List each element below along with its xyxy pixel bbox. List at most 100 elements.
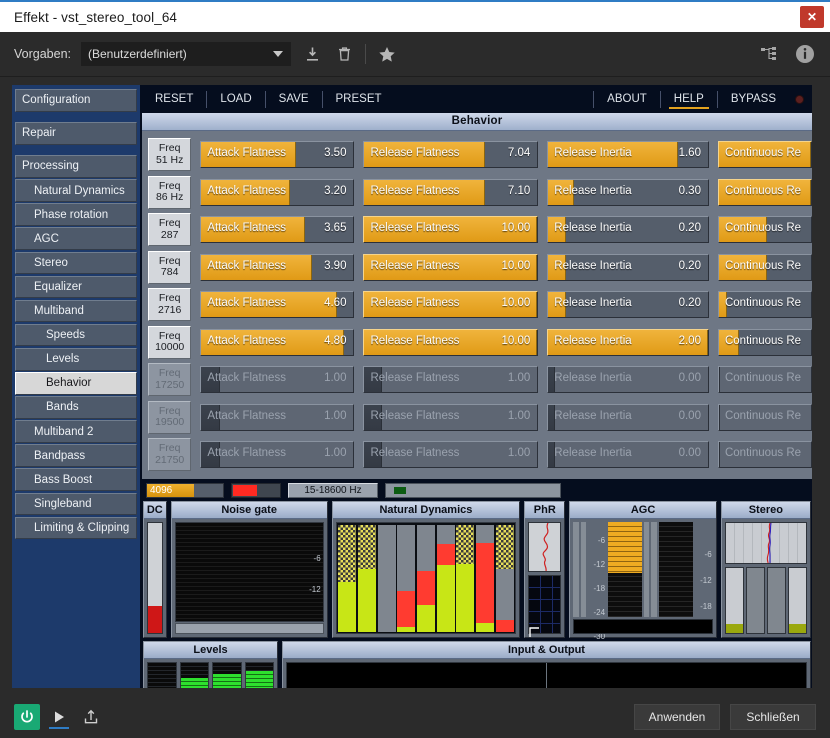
sidebar-item-stereo[interactable]: Stereo — [15, 251, 137, 275]
routing-icon[interactable] — [758, 43, 780, 65]
freq-button[interactable]: Freq 17250 — [148, 363, 192, 397]
fft-size-slider[interactable]: 4096 — [146, 482, 224, 498]
frequency-range-field[interactable]: 15-18600 Hz — [288, 482, 378, 498]
slider-continuous-re[interactable]: Continuous Re — [717, 328, 812, 356]
play-icon[interactable] — [46, 704, 72, 730]
slider-release-flatness[interactable]: Release Flatness 7.10 — [363, 178, 539, 206]
power-icon[interactable] — [14, 704, 40, 730]
save-preset-icon[interactable] — [301, 43, 323, 65]
slider-value: 0.00 — [678, 409, 701, 422]
slider-attack-flatness[interactable]: Attack Flatness 3.20 — [200, 178, 355, 206]
slider-release-inertia[interactable]: Release Inertia 1.60 — [547, 141, 709, 169]
slider-continuous-re[interactable]: Continuous Re — [717, 403, 812, 431]
agc-output-meter — [658, 522, 693, 617]
freq-button[interactable]: Freq 784 — [148, 250, 192, 284]
slider-label: Release Inertia — [554, 184, 632, 197]
slider-release-inertia[interactable]: Release Inertia 0.20 — [547, 291, 709, 319]
delete-preset-icon[interactable] — [333, 43, 355, 65]
tab-preset[interactable]: PRESET — [323, 85, 395, 113]
sidebar-item-natural-dynamics[interactable]: Natural Dynamics — [15, 179, 137, 202]
slider-release-inertia[interactable]: Release Inertia 0.30 — [547, 178, 709, 206]
clip-indicator[interactable] — [231, 482, 281, 498]
status-progress-bar[interactable] — [385, 482, 561, 498]
sidebar-item-multiband[interactable]: Multiband — [15, 299, 137, 323]
natural-dynamics-bar — [416, 524, 436, 632]
sidebar-item-label: Configuration — [22, 94, 91, 107]
freq-button[interactable]: Freq 51 Hz — [148, 138, 192, 172]
tab-help[interactable]: HELP — [661, 85, 717, 113]
sidebar-item-processing[interactable]: Processing — [15, 155, 137, 178]
slider-value: 1.00 — [324, 447, 347, 460]
sidebar-item-equalizer[interactable]: Equalizer — [15, 275, 137, 299]
slider-release-inertia[interactable]: Release Inertia 0.20 — [547, 216, 709, 244]
preset-label: Vorgaben: — [14, 47, 71, 61]
slider-attack-flatness[interactable]: Attack Flatness 1.00 — [200, 403, 355, 431]
freq-button[interactable]: Freq 86 Hz — [148, 175, 192, 209]
slider-release-flatness[interactable]: Release Flatness 1.00 — [363, 441, 539, 469]
slider-release-flatness[interactable]: Release Flatness 7.04 — [363, 141, 539, 169]
slider-release-flatness[interactable]: Release Flatness 10.00 — [363, 216, 539, 244]
sidebar-item-speeds[interactable]: Speeds — [15, 323, 137, 347]
freq-button[interactable]: Freq 2716 — [148, 288, 192, 322]
slider-attack-flatness[interactable]: Attack Flatness 3.65 — [200, 216, 355, 244]
levels-bar-3 — [212, 662, 242, 688]
tab-load[interactable]: LOAD — [207, 85, 264, 113]
sidebar-item-bass-boost[interactable]: Bass Boost — [15, 468, 137, 491]
freq-button[interactable]: Freq 19500 — [148, 400, 192, 434]
bypass-led-icon[interactable] — [795, 94, 804, 104]
sidebar-item-repair[interactable]: Repair — [15, 122, 137, 145]
slider-release-flatness[interactable]: Release Flatness 10.00 — [363, 291, 539, 319]
close-icon[interactable]: ✕ — [800, 6, 824, 28]
slider-attack-flatness[interactable]: Attack Flatness 4.80 — [200, 328, 355, 356]
freq-button[interactable]: Freq 287 — [148, 213, 192, 247]
slider-continuous-re[interactable]: Continuous Re — [717, 291, 812, 319]
slider-continuous-re[interactable]: Continuous Re — [717, 253, 812, 281]
slider-attack-flatness[interactable]: Attack Flatness 1.00 — [200, 366, 355, 394]
tab-reset[interactable]: RESET — [142, 85, 206, 113]
slider-release-flatness[interactable]: Release Flatness 10.00 — [363, 328, 539, 356]
export-icon[interactable] — [78, 704, 104, 730]
slider-release-inertia[interactable]: Release Inertia 0.00 — [547, 366, 709, 394]
preset-select[interactable]: (Benutzerdefiniert) — [81, 42, 291, 66]
sidebar-item-singleband[interactable]: Singleband — [15, 492, 137, 516]
freq-button[interactable]: Freq 21750 — [148, 438, 192, 472]
slider-continuous-re[interactable]: Continuous Re — [717, 141, 812, 169]
tab-save[interactable]: SAVE — [266, 85, 322, 113]
favorite-star-icon[interactable] — [376, 43, 398, 65]
slider-attack-flatness[interactable]: Attack Flatness 3.90 — [200, 253, 355, 281]
slider-release-inertia[interactable]: Release Inertia 0.20 — [547, 253, 709, 281]
slider-attack-flatness[interactable]: Attack Flatness 4.60 — [200, 291, 355, 319]
slider-continuous-re[interactable]: Continuous Re — [717, 366, 812, 394]
tab-bypass[interactable]: BYPASS — [718, 85, 789, 113]
bar-peak — [416, 570, 436, 605]
close-button[interactable]: Schließen — [730, 704, 816, 730]
tab-about[interactable]: ABOUT — [594, 85, 660, 113]
slider-release-flatness[interactable]: Release Flatness 1.00 — [363, 403, 539, 431]
sidebar-item-limiting-clipping[interactable]: Limiting & Clipping — [15, 516, 137, 540]
sidebar-item-phase-rotation[interactable]: Phase rotation — [15, 203, 137, 226]
sidebar-item-agc[interactable]: AGC — [15, 227, 137, 251]
slider-label: Continuous Re — [724, 222, 802, 235]
slider-release-flatness[interactable]: Release Flatness 1.00 — [363, 366, 539, 394]
slider-continuous-re[interactable]: Continuous Re — [717, 178, 812, 206]
slider-attack-flatness[interactable]: Attack Flatness 1.00 — [200, 441, 355, 469]
slider-release-flatness[interactable]: Release Flatness 10.00 — [363, 253, 539, 281]
apply-button[interactable]: Anwenden — [634, 704, 720, 730]
sidebar-item-multiband-2[interactable]: Multiband 2 — [15, 420, 137, 443]
slider-attack-flatness[interactable]: Attack Flatness 3.50 — [200, 141, 355, 169]
sidebar-item-configuration[interactable]: Configuration — [15, 89, 137, 112]
freq-value: 784 — [160, 266, 179, 279]
sidebar-item-behavior[interactable]: Behavior — [15, 372, 137, 395]
freq-value: 86 Hz — [155, 191, 184, 204]
info-icon[interactable] — [794, 43, 816, 65]
sidebar-item-bands[interactable]: Bands — [15, 396, 137, 419]
sidebar-item-levels[interactable]: Levels — [15, 347, 137, 371]
slider-continuous-re[interactable]: Continuous Re — [717, 216, 812, 244]
natural-dynamics-bar — [456, 524, 475, 632]
slider-release-inertia[interactable]: Release Inertia 0.00 — [547, 441, 709, 469]
freq-button[interactable]: Freq 10000 — [148, 325, 192, 359]
slider-release-inertia[interactable]: Release Inertia 0.00 — [547, 403, 709, 431]
slider-continuous-re[interactable]: Continuous Re — [717, 441, 812, 469]
sidebar-item-bandpass[interactable]: Bandpass — [15, 444, 137, 467]
slider-release-inertia[interactable]: Release Inertia 2.00 — [547, 328, 709, 356]
